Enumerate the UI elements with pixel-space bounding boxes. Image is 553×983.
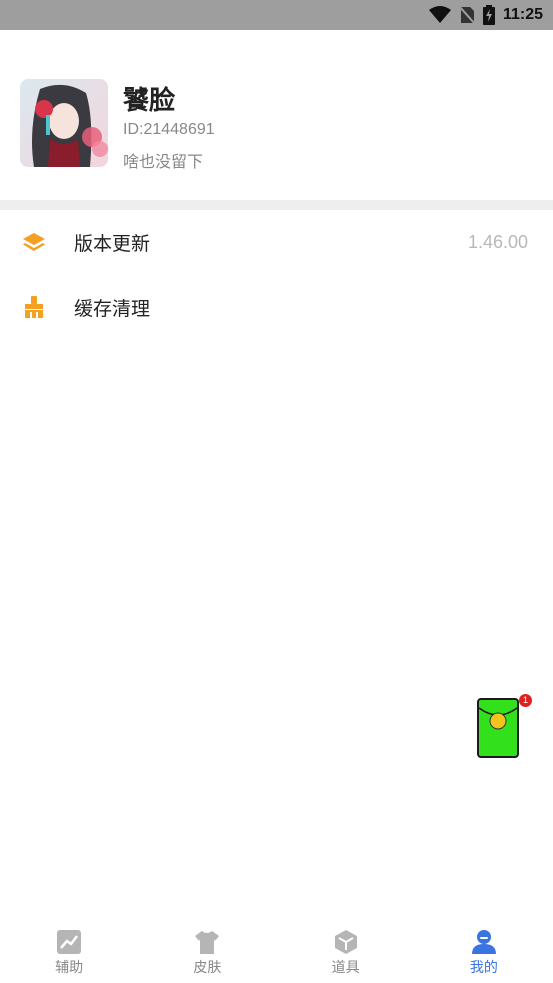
profile-card[interactable]: 饕脸 ID:21448691 啥也没留下 bbox=[0, 30, 553, 200]
menu-item-version-update[interactable]: 版本更新 1.46.00 bbox=[0, 210, 553, 274]
notification-badge: 1 bbox=[519, 694, 532, 707]
user-id: ID:21448691 bbox=[123, 121, 215, 138]
tab-mine[interactable]: 我的 bbox=[415, 913, 553, 983]
broom-icon bbox=[25, 296, 43, 318]
red-envelope-button[interactable] bbox=[477, 698, 519, 758]
menu-item-clear-cache[interactable]: 缓存清理 bbox=[0, 275, 553, 339]
tab-label: 道具 bbox=[331, 960, 360, 976]
tab-assist[interactable]: 辅助 bbox=[0, 913, 138, 983]
tab-label: 辅助 bbox=[55, 960, 84, 976]
bottom-tab-bar: 辅助 皮肤 道具 我的 bbox=[0, 913, 553, 983]
battery-charging-icon bbox=[482, 5, 495, 25]
version-value: 1.46.00 bbox=[467, 231, 528, 252]
status-bar: 11:25 bbox=[0, 0, 553, 30]
user-bio: 啥也没留下 bbox=[123, 152, 204, 171]
status-time: 11:25 bbox=[502, 6, 543, 23]
tab-label: 我的 bbox=[469, 960, 498, 976]
username: 饕脸 bbox=[123, 86, 176, 116]
tab-label: 皮肤 bbox=[193, 960, 222, 976]
no-sim-icon bbox=[458, 6, 475, 24]
avatar[interactable] bbox=[20, 79, 108, 167]
box-icon bbox=[334, 930, 357, 954]
layers-icon bbox=[23, 233, 45, 251]
tab-props[interactable]: 道具 bbox=[277, 913, 415, 983]
wifi-icon bbox=[428, 6, 451, 23]
shirt-icon bbox=[195, 931, 220, 954]
section-divider bbox=[0, 200, 553, 210]
menu-item-label: 缓存清理 bbox=[74, 297, 151, 320]
user-icon bbox=[471, 930, 496, 954]
menu-item-label: 版本更新 bbox=[74, 232, 151, 255]
tab-skin[interactable]: 皮肤 bbox=[138, 913, 276, 983]
chart-icon bbox=[57, 930, 82, 954]
